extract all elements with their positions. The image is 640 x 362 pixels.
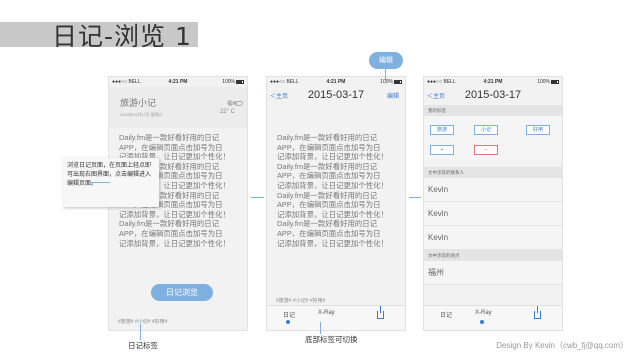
tag-chip[interactable]: 小记 [474, 125, 498, 135]
bottom-tab-bar: 日记 X-Ray [267, 305, 405, 330]
battery-icon [394, 79, 402, 84]
body-line: Daily.fm是一款好看好用的日记 [119, 219, 220, 229]
tab-diary[interactable]: 日记 [440, 310, 452, 319]
body-line: 记添加背景，让日记更加个性化！ [277, 180, 388, 190]
tag-chip[interactable]: 旅游 [430, 125, 454, 135]
tag-panel: 旅游 小记 好用 + − [424, 116, 562, 160]
cover-title: 旅游小记 [120, 98, 157, 108]
body-line: APP，在编辑页面点击加号为日 [277, 142, 381, 152]
tags-label: 日记标签 [128, 340, 158, 351]
weather-temp: 22° C [219, 109, 235, 115]
body-line: APP，在编辑页面点击加号为日 [277, 200, 381, 210]
share-icon[interactable] [377, 306, 384, 319]
diary-tags[interactable]: #旅游# #小记# #好用# [118, 318, 167, 325]
annotation-note: 浏览日记页面，在页面上轻点即可出现右图界面，点击编辑进入编辑页面。 [63, 158, 159, 207]
status-bar: ●●●○○ BELL 4:21 PM 100% [424, 77, 562, 87]
diary-body[interactable]: Daily.fm是一款好看好用的日记 APP，在编辑页面点击加号为日 记添加背景… [277, 133, 399, 248]
body-line: Daily.fm是一款好看好用的日记 [277, 219, 378, 229]
arrow-connector [251, 197, 264, 198]
body-line: 记添加背景，让日记更加个性化！ [277, 209, 388, 219]
cover-date: 2015年03月17日 星期二 [120, 112, 163, 117]
remove-tag-button[interactable]: − [474, 145, 498, 155]
tab-dot-icon [286, 320, 290, 324]
arrow-connector [385, 69, 386, 82]
body-line: 记添加背景，让日记更加个性化！ [119, 209, 230, 219]
arrow-connector [409, 197, 421, 198]
cloud-icon [235, 101, 243, 106]
body-line: 记添加背景，让日记更加个性化！ [277, 238, 388, 248]
battery-percent: 100% [222, 79, 235, 85]
arrow-connector [320, 322, 321, 334]
bottom-tab-bar: 日记 X-Ray [424, 305, 562, 330]
status-bar: ●●●○○ BELL 4:21 PM 100% [109, 77, 247, 87]
edit-callout: 编辑 [369, 52, 403, 69]
diary-tags[interactable]: #旅游# #小记# #好用# [276, 297, 325, 304]
battery-status: 100% [537, 79, 559, 85]
place-row[interactable]: 福州 [424, 261, 562, 285]
nav-date: 2015-03-17 [307, 89, 365, 101]
diary-browse-pill: 日记浏览 [151, 284, 213, 301]
battery-icon [551, 79, 559, 84]
edit-button[interactable]: 编辑 [387, 91, 399, 100]
body-line: APP，在编辑页面点击加号为日 [277, 228, 381, 238]
body-line: Daily.fm是一款好看好用的日记 [277, 161, 378, 171]
battery-percent: 100% [380, 79, 393, 85]
battery-status: 100% [380, 79, 402, 85]
tag-chip[interactable]: 好用 [526, 125, 550, 135]
nav-bar: ＜主页 2015-03-17 编辑 [267, 87, 405, 103]
battery-percent: 100% [537, 79, 550, 85]
cover-header[interactable]: 旅游小记 2015年03月17日 星期二 福州 22° C [109, 87, 247, 128]
body-line: APP，在编辑页面点击加号为日 [119, 142, 223, 152]
body-line: Daily.fm是一款好看好用的日记 [277, 133, 378, 142]
section-places: 文中涉及的地点 [424, 250, 562, 261]
body-line: Daily.fm是一款好看好用的日记 [277, 190, 378, 200]
body-line: APP，在编辑页面点击加号为日 [119, 228, 223, 238]
footer-credit: Design By Kevin（cwb_fj@qq.com） [496, 341, 628, 350]
arrow-connector [90, 182, 110, 183]
body-line: 记添加背景，让日记更加个性化！ [119, 238, 230, 248]
contact-row[interactable]: Kevin [424, 178, 562, 202]
contact-row[interactable]: Kevin [424, 202, 562, 226]
tab-diary[interactable]: 日记 [283, 310, 295, 319]
contact-row[interactable]: Kevin [424, 226, 562, 250]
tabbar-label: 底部标签可切换 [305, 334, 358, 345]
nav-date: 2015-03-17 [464, 89, 522, 101]
add-tag-button[interactable]: + [430, 145, 454, 155]
battery-icon [236, 79, 244, 84]
tab-dot-icon [480, 320, 484, 324]
share-icon[interactable] [534, 306, 541, 319]
body-line: APP，在编辑页面点击加号为日 [277, 171, 381, 181]
phone-screen-browse-nav: ●●●○○ BELL 4:21 PM 100% ＜主页 2015-03-17 编… [266, 76, 406, 331]
phone-screen-xray: ●●●○○ BELL 4:21 PM 100% ＜主页 2015-03-17 我… [423, 76, 563, 331]
battery-status: 100% [222, 79, 244, 85]
tab-xray[interactable]: X-Ray [318, 310, 335, 316]
arrow-connector [140, 324, 141, 340]
section-my-tags: 我的标签 [424, 105, 562, 116]
slide-title: 日记-浏览 1 [52, 22, 192, 51]
body-line: 记添加背景，让日记更加个性化！ [277, 152, 388, 162]
nav-bar: ＜主页 2015-03-17 [424, 87, 562, 103]
section-contacts: 文中涉及的联系人 [424, 167, 562, 178]
body-line: Daily.fm是一款好看好用的日记 [119, 133, 220, 142]
tab-xray[interactable]: X-Ray [475, 310, 492, 316]
